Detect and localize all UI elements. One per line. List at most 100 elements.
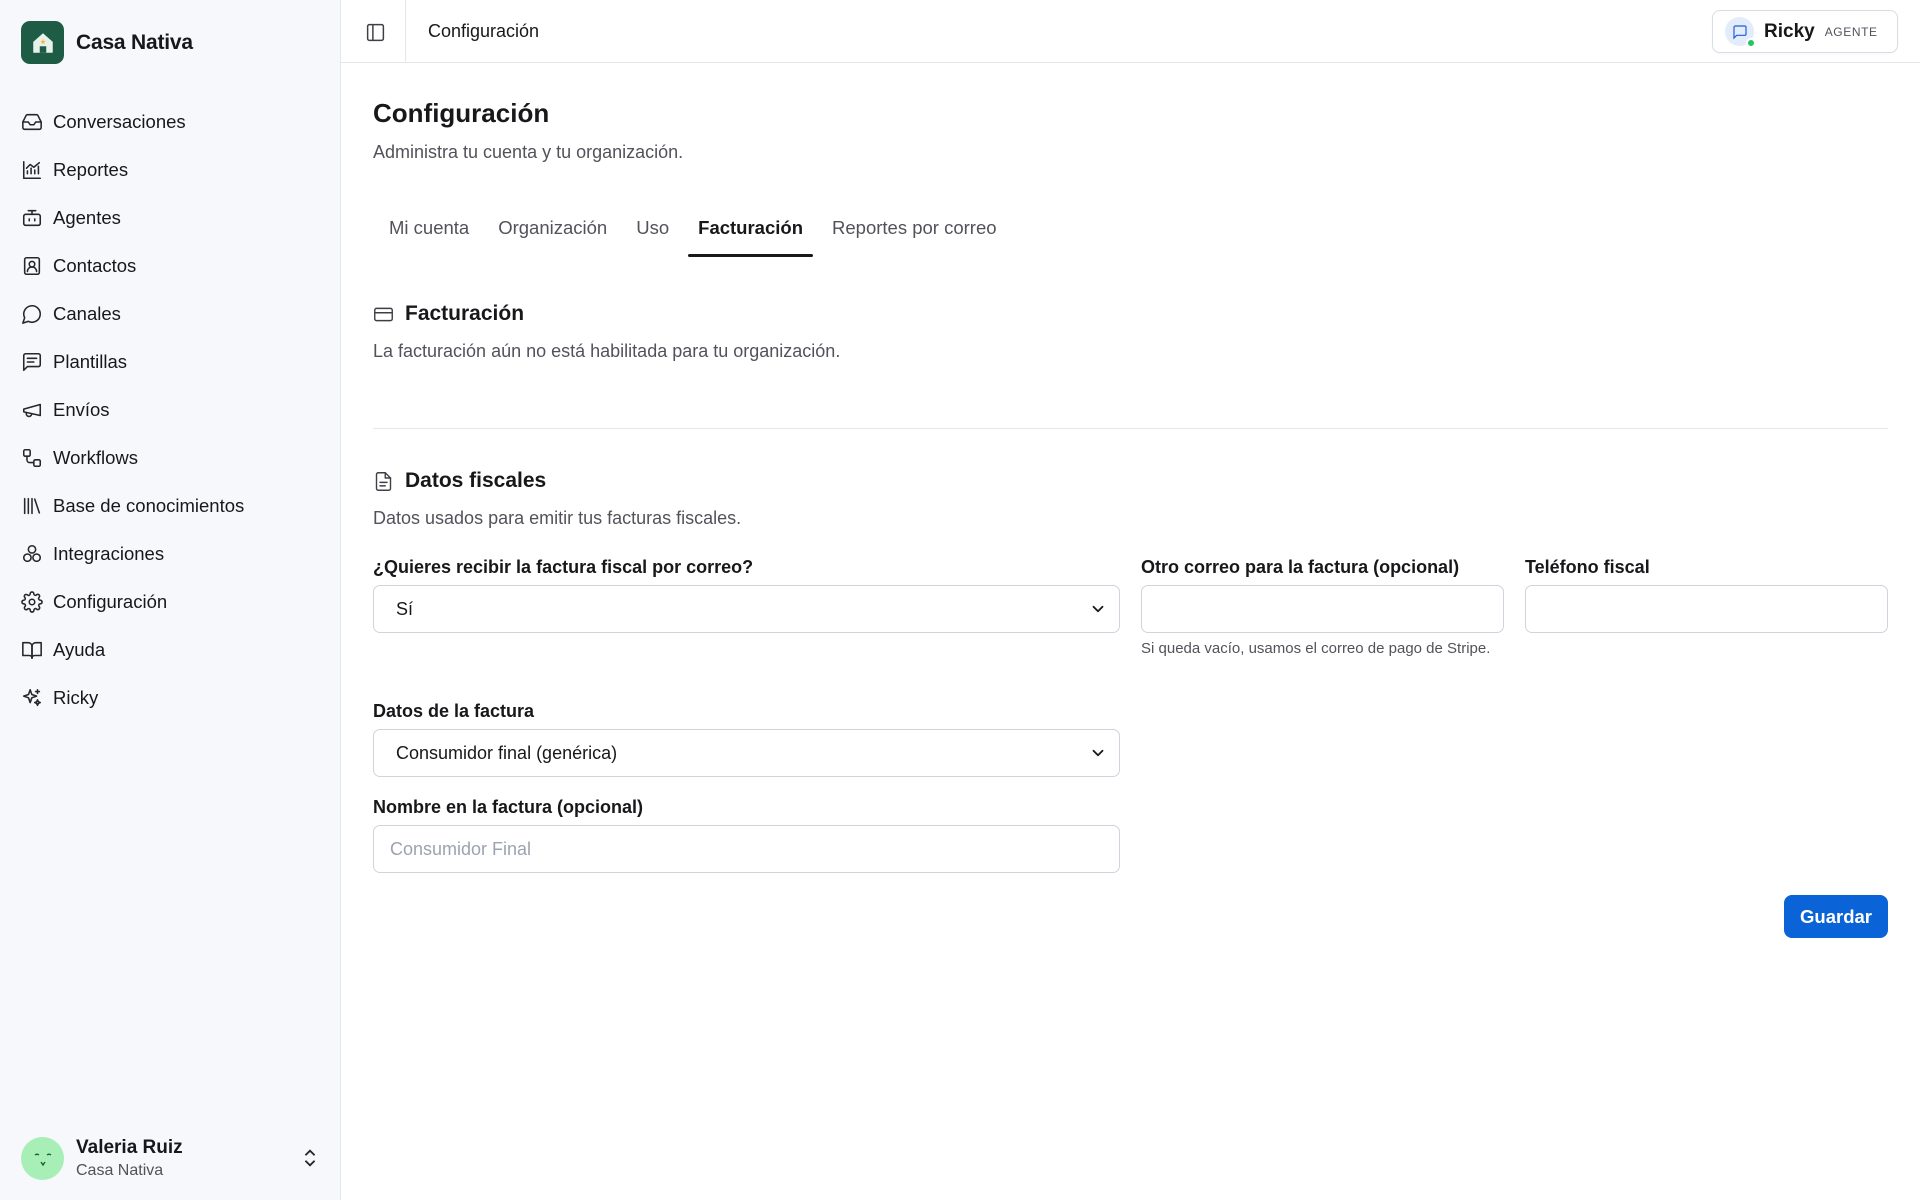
sidebar-item-label: Agentes	[53, 207, 121, 228]
panel-left-icon	[366, 23, 384, 41]
sidebar-item-envios[interactable]: Envíos	[21, 386, 321, 434]
message-square-icon	[22, 352, 42, 372]
brand-name: Casa Nativa	[76, 30, 193, 54]
invoice-data-select[interactable]: Consumidor final (genérica)	[373, 729, 1120, 777]
tab-organizacion[interactable]: Organización	[488, 200, 617, 256]
user-org: Casa Nativa	[76, 1161, 164, 1179]
library-icon	[23, 497, 41, 515]
gear-icon	[21, 591, 43, 613]
online-status-dot	[1746, 38, 1756, 48]
book-icon	[22, 641, 42, 660]
invoice-name-label: Nombre en la factura (opcional)	[373, 797, 644, 817]
tab-facturacion[interactable]: Facturación	[688, 200, 813, 257]
tab-mi-cuenta[interactable]: Mi cuenta	[379, 200, 479, 256]
other-email-label: Otro correo para la factura (opcional)	[1141, 557, 1460, 577]
chat-bot-icon	[1732, 24, 1747, 39]
save-button[interactable]: Guardar	[1784, 895, 1888, 938]
sidebar-item-canales[interactable]: Canales	[21, 290, 321, 338]
sidebar-item-label: Canales	[53, 303, 121, 324]
tab-uso[interactable]: Uso	[626, 200, 679, 256]
invoice-data-label: Datos de la factura	[373, 701, 535, 721]
file-text-icon	[375, 471, 392, 491]
app-root: Casa Nativa Conversaciones Reportes Agen…	[0, 0, 1920, 1200]
sidebar-item-plantillas[interactable]: Plantillas	[21, 338, 321, 386]
sidebar-toggle-button[interactable]	[363, 20, 387, 44]
sparkles-icon	[22, 688, 42, 707]
megaphone-icon	[22, 403, 42, 418]
house-logo-icon	[21, 21, 64, 64]
chevron-down-icon	[1092, 605, 1104, 613]
phone-input[interactable]	[1542, 586, 1871, 632]
chat-bubble-icon	[22, 304, 42, 324]
workflow-icon	[22, 448, 42, 468]
page-subtitle: Administra tu cuenta y tu organización.	[373, 142, 684, 162]
sidebar-item-ricky[interactable]: Ricky	[21, 674, 321, 722]
agent-role-badge: AGENTE	[1824, 24, 1878, 39]
invoice-name-field[interactable]	[373, 825, 1120, 873]
billing-description: La facturación aún no está habilitada pa…	[373, 341, 841, 361]
receive-by-email-select[interactable]: Sí	[373, 585, 1120, 633]
avatar-face-icon	[34, 1153, 51, 1167]
sidebar-item-label: Envíos	[53, 399, 110, 420]
sidebar-item-agentes[interactable]: Agentes	[21, 194, 321, 242]
chart-icon	[22, 160, 42, 180]
other-email-field[interactable]	[1141, 585, 1504, 633]
brand[interactable]: Casa Nativa	[21, 21, 193, 64]
sidebar-item-conversaciones[interactable]: Conversaciones	[21, 98, 321, 146]
breadcrumb: Configuración	[428, 21, 540, 41]
invoice-name-input[interactable]	[390, 826, 1103, 872]
sidebar-item-label: Base de conocimientos	[53, 495, 245, 516]
sidebar-item-label: Ayuda	[53, 639, 106, 660]
sidebar-item-base-de-conocimientos[interactable]: Base de conocimientos	[21, 482, 321, 530]
user-info: Valeria Ruiz Casa Nativa	[76, 1137, 287, 1180]
chevron-down-icon	[1092, 749, 1104, 757]
agent-chip-button[interactable]: Ricky AGENTE	[1712, 10, 1898, 53]
billing-section-header: Facturación	[373, 302, 524, 326]
agent-avatar	[1725, 17, 1756, 48]
phone-field[interactable]	[1525, 585, 1888, 633]
other-email-hint: Si queda vacío, usamos el correo de pago…	[1141, 640, 1491, 657]
chevrons-up-down-icon[interactable]	[299, 1147, 321, 1169]
credit-card-icon	[374, 307, 393, 321]
fiscal-section-header: Datos fiscales	[373, 469, 546, 493]
phone-label: Teléfono fiscal	[1525, 557, 1650, 577]
settings-tabs: Mi cuenta Organización Uso Facturación R…	[379, 200, 1016, 257]
sidebar-item-label: Plantillas	[53, 351, 128, 372]
avatar	[21, 1136, 64, 1180]
agent-name: Ricky	[1764, 20, 1815, 42]
sidebar-item-label: Workflows	[53, 447, 138, 468]
topbar: Configuración Ricky AGENTE	[341, 0, 1920, 63]
receive-by-email-label: ¿Quieres recibir la factura fiscal por c…	[373, 557, 754, 577]
main-area: Configuración Ricky AGENTE Configuración…	[341, 0, 1920, 1200]
sidebar-item-ayuda[interactable]: Ayuda	[21, 626, 321, 674]
contact-icon	[23, 256, 41, 276]
sidebar-item-configuracion[interactable]: Configuración	[21, 578, 321, 626]
sidebar-nav: Conversaciones Reportes Agentes Contacto…	[21, 98, 321, 722]
integrations-icon	[22, 544, 42, 563]
bot-icon	[22, 209, 42, 227]
sidebar-item-contactos[interactable]: Contactos	[21, 242, 321, 290]
fiscal-description: Datos usados para emitir tus facturas fi…	[373, 508, 742, 528]
section-divider	[373, 428, 1888, 429]
receive-by-email-value: Sí	[396, 598, 414, 619]
sidebar-item-label: Integraciones	[53, 543, 165, 564]
user-name: Valeria Ruiz	[76, 1136, 183, 1158]
billing-title: Facturación	[405, 302, 525, 325]
sidebar-item-label: Contactos	[53, 255, 137, 276]
page-title: Configuración	[373, 98, 550, 128]
sidebar-item-reportes[interactable]: Reportes	[21, 146, 321, 194]
sidebar-item-label: Ricky	[53, 687, 99, 708]
sidebar: Casa Nativa Conversaciones Reportes Agen…	[0, 0, 341, 1200]
sidebar-item-label: Conversaciones	[53, 111, 186, 132]
sidebar-item-label: Configuración	[53, 591, 168, 612]
sidebar-item-integraciones[interactable]: Integraciones	[21, 530, 321, 578]
other-email-input[interactable]	[1158, 586, 1487, 632]
sidebar-item-workflows[interactable]: Workflows	[21, 434, 321, 482]
topbar-divider	[405, 0, 406, 63]
sidebar-item-label: Reportes	[53, 159, 129, 180]
inbox-icon	[22, 113, 42, 131]
user-menu[interactable]: Valeria Ruiz Casa Nativa	[21, 1134, 321, 1182]
tab-reportes-por-correo[interactable]: Reportes por correo	[822, 200, 1007, 256]
invoice-data-value: Consumidor final (genérica)	[396, 742, 618, 763]
fiscal-title: Datos fiscales	[405, 469, 547, 492]
